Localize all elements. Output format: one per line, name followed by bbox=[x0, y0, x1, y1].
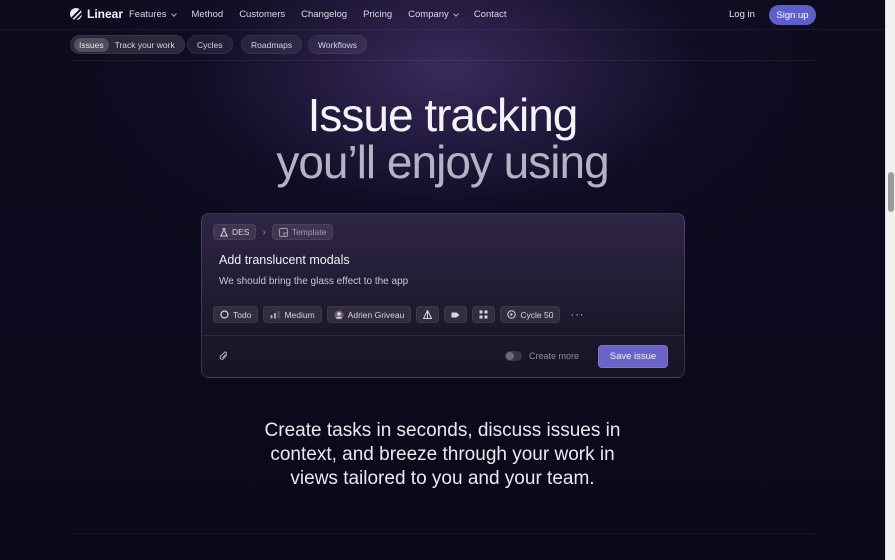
signup-button[interactable]: Sign up bbox=[769, 5, 816, 25]
scrollbar-thumb[interactable] bbox=[888, 172, 894, 212]
nav-link-label: Contact bbox=[473, 9, 507, 20]
nav-link-company[interactable]: Company bbox=[408, 9, 459, 20]
brand-logo[interactable]: Linear bbox=[70, 7, 123, 21]
tab-cycles[interactable]: Cycles bbox=[187, 35, 233, 54]
feature-subnav: Issues Track your work Cycles Roadmaps W… bbox=[0, 30, 885, 61]
nav-link-label: Features bbox=[129, 9, 167, 20]
toggle-switch[interactable] bbox=[505, 351, 522, 361]
breadcrumb: DES › Template bbox=[213, 224, 334, 240]
priority-label: Medium bbox=[284, 309, 315, 320]
attachment-icon[interactable] bbox=[219, 350, 229, 362]
team-chip[interactable]: DES bbox=[213, 224, 257, 240]
tab-label: Cycles bbox=[197, 39, 223, 50]
tab-label: Roadmaps bbox=[251, 39, 293, 50]
issue-description-input[interactable]: We should bring the glass effect to the … bbox=[219, 276, 408, 287]
tab-workflows[interactable]: Workflows bbox=[308, 35, 368, 54]
issue-title-input[interactable]: Add translucent modals bbox=[219, 253, 350, 267]
linear-logo-icon bbox=[70, 8, 82, 20]
nav-link-pricing[interactable]: Pricing bbox=[363, 9, 392, 20]
tab-issues[interactable]: Issues Track your work bbox=[70, 35, 185, 54]
tab-roadmaps[interactable]: Roadmaps bbox=[241, 35, 303, 54]
tab-label: Workflows bbox=[318, 39, 358, 50]
new-issue-card: DES › Template Add translucent modals We… bbox=[201, 213, 685, 378]
create-more-label: Create more bbox=[529, 351, 580, 361]
nav-link-label: Method bbox=[191, 9, 224, 20]
assignee-label: Adrien Griveau bbox=[347, 309, 405, 320]
create-more-toggle[interactable]: Create more bbox=[505, 351, 579, 361]
template-chip[interactable]: Template bbox=[271, 224, 334, 240]
nav-link-label: Changelog bbox=[301, 9, 348, 20]
project-icon bbox=[423, 310, 433, 319]
team-label: DES bbox=[232, 227, 250, 237]
status-label: Todo bbox=[233, 309, 252, 320]
page: Linear Features Method Customers Changel… bbox=[0, 0, 885, 560]
more-props-button[interactable] bbox=[472, 306, 496, 323]
nav-link-method[interactable]: Method bbox=[192, 9, 224, 20]
nav-link-changelog[interactable]: Changelog bbox=[301, 9, 347, 20]
assignee-button[interactable]: Adrien Griveau bbox=[326, 306, 412, 323]
status-button[interactable]: Todo bbox=[213, 306, 259, 323]
nav-links: Features Method Customers Changelog Pric… bbox=[129, 9, 523, 20]
issue-properties: Todo Medium Adrien Griveau Cycle 50 ··· bbox=[213, 306, 584, 323]
grid-icon bbox=[479, 310, 488, 319]
nav-link-label: Company bbox=[408, 9, 449, 20]
card-divider bbox=[202, 335, 684, 336]
hero-title-line-2: you’ll enjoy using bbox=[276, 136, 609, 188]
label-button[interactable] bbox=[444, 306, 468, 323]
priority-button[interactable]: Medium bbox=[263, 306, 322, 323]
nav-link-label: Pricing bbox=[363, 9, 393, 20]
priority-bars-icon bbox=[270, 311, 280, 319]
cycle-button[interactable]: Cycle 50 bbox=[500, 306, 561, 323]
save-issue-button[interactable]: Save issue bbox=[598, 345, 668, 368]
tab-tag: Issues bbox=[74, 37, 109, 52]
template-label: Template bbox=[291, 227, 327, 237]
nav-link-contact[interactable]: Contact bbox=[474, 9, 507, 20]
cycle-label: Cycle 50 bbox=[520, 309, 554, 320]
section-divider bbox=[70, 533, 815, 534]
page-scrollbar[interactable] bbox=[885, 0, 895, 560]
template-icon bbox=[278, 227, 288, 237]
flask-icon bbox=[220, 227, 228, 236]
avatar bbox=[334, 310, 344, 319]
brand-name: Linear bbox=[87, 7, 124, 21]
project-button[interactable] bbox=[416, 306, 440, 323]
nav-link-label: Customers bbox=[239, 9, 286, 20]
login-link[interactable]: Log in bbox=[729, 9, 755, 20]
chevron-down-icon bbox=[452, 10, 459, 17]
nav-link-features[interactable]: Features bbox=[129, 9, 177, 20]
chevron-right-icon: › bbox=[262, 226, 266, 238]
hero-title-line-1: Issue tracking bbox=[307, 89, 579, 141]
tab-label: Track your work bbox=[114, 39, 175, 50]
more-options-icon[interactable]: ··· bbox=[570, 309, 584, 321]
nav-link-customers[interactable]: Customers bbox=[239, 9, 285, 20]
chevron-down-icon bbox=[170, 10, 177, 17]
top-nav: Linear Features Method Customers Changel… bbox=[0, 0, 885, 30]
hero-tagline: Create tasks in seconds, discuss issues … bbox=[264, 420, 621, 489]
tag-icon bbox=[451, 312, 460, 317]
todo-circle-icon bbox=[220, 310, 229, 319]
cycle-icon bbox=[507, 310, 517, 319]
